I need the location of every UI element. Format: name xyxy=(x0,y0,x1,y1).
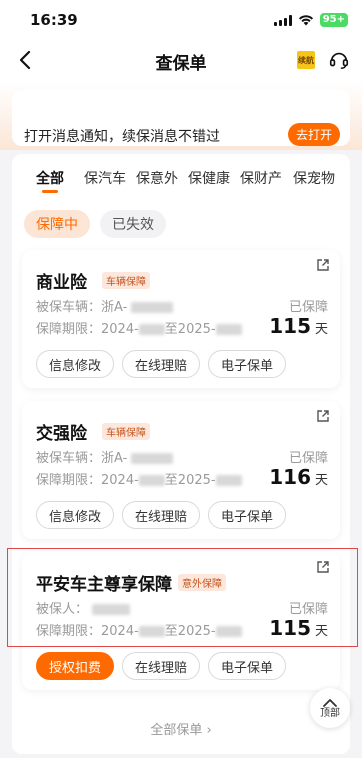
period-start: 2024- xyxy=(101,322,139,337)
policy-period: 保障期限：2024- 至2025- xyxy=(36,318,242,337)
status-time: 16:39 xyxy=(30,11,78,29)
filter-active[interactable]: 保障中 xyxy=(24,210,90,238)
period-label: 保障期限： xyxy=(36,322,102,337)
redacted-text xyxy=(131,302,174,313)
insured-label: 被保车辆： xyxy=(36,300,102,315)
renewal-icon[interactable]: 续航 xyxy=(297,51,315,69)
policy-status: 已保障 xyxy=(288,300,328,315)
notification-banner: 打开消息通知，续保消息不错过 去打开 xyxy=(12,90,350,146)
edit-info-button[interactable]: 信息修改 xyxy=(36,350,115,378)
share-icon[interactable] xyxy=(316,409,330,423)
edit-info-button[interactable]: 信息修改 xyxy=(36,501,115,529)
online-claim-button[interactable]: 在线理赔 xyxy=(122,652,201,680)
tab-accident[interactable]: 保意外 xyxy=(136,168,178,188)
policy-actions: 信息修改 在线理赔 电子保单 xyxy=(36,501,287,529)
policy-tag: 车辆保障 xyxy=(102,423,150,440)
days-unit: 天 xyxy=(314,322,328,337)
tab-all[interactable]: 全部 xyxy=(36,168,64,188)
period-to: 至2025- xyxy=(164,322,216,337)
category-tabs: 全部 保汽车 保意外 保健康 保财产 保宠物 xyxy=(12,168,350,198)
policy-days: 116 天 xyxy=(269,465,328,489)
online-claim-button[interactable]: 在线理赔 xyxy=(122,501,201,529)
chevron-up-icon xyxy=(323,698,337,707)
redacted-text xyxy=(138,324,165,335)
notification-text: 打开消息通知，续保消息不错过 xyxy=(24,129,220,145)
policy-insured: 被保车辆：浙A- xyxy=(36,447,174,466)
scroll-to-top-button[interactable]: 顶部 xyxy=(310,688,350,728)
policy-period: 保障期限：2024- 至2025- xyxy=(36,469,242,488)
insured-value: 浙A- xyxy=(101,300,128,315)
redacted-text xyxy=(215,475,242,486)
policy-card[interactable]: 交强险 车辆保障 被保车辆：浙A- 保障期限：2024- 至2025- 已保障 1… xyxy=(22,401,340,539)
policy-insured: 被保车辆：浙A- xyxy=(36,296,174,315)
tab-health[interactable]: 保健康 xyxy=(188,168,230,188)
selection-highlight xyxy=(7,548,358,647)
period-start: 2024- xyxy=(101,473,139,488)
tab-car[interactable]: 保汽车 xyxy=(84,168,126,188)
policy-tag: 车辆保障 xyxy=(102,272,150,289)
policy-actions: 授权扣费 在线理赔 电子保单 xyxy=(36,652,287,680)
period-to: 至2025- xyxy=(164,473,216,488)
wifi-icon xyxy=(298,15,313,26)
days-count: 116 xyxy=(269,465,311,489)
status-right: 95+ xyxy=(273,13,348,27)
e-policy-button[interactable]: 电子保单 xyxy=(208,501,287,529)
tab-property[interactable]: 保财产 xyxy=(240,168,282,188)
redacted-text xyxy=(131,453,174,464)
tab-active-indicator xyxy=(42,190,58,193)
policy-name: 商业险 xyxy=(36,273,87,293)
policy-status: 已保障 xyxy=(288,451,328,466)
days-count: 115 xyxy=(269,314,311,338)
policy-actions: 信息修改 在线理赔 电子保单 xyxy=(36,350,287,378)
days-unit: 天 xyxy=(314,473,328,488)
tab-pet[interactable]: 保宠物 xyxy=(293,168,335,188)
status-bar: 16:39 95+ xyxy=(0,0,362,40)
insured-label: 被保车辆： xyxy=(36,451,102,466)
nav-bar: 查保单 续航 xyxy=(0,40,362,80)
e-policy-button[interactable]: 电子保单 xyxy=(208,350,287,378)
redacted-text xyxy=(215,324,242,335)
period-label: 保障期限： xyxy=(36,473,102,488)
view-all-policies-link[interactable]: 全部保单 › xyxy=(0,719,362,738)
authorize-payment-button[interactable]: 授权扣费 xyxy=(36,652,115,680)
policy-card[interactable]: 商业险 车辆保障 被保车辆：浙A- 保障期限：2024- 至2025- 已保障 1… xyxy=(22,250,340,388)
open-notification-button[interactable]: 去打开 xyxy=(287,123,340,146)
filter-expired[interactable]: 已失效 xyxy=(100,210,166,238)
signal-icon xyxy=(273,14,292,26)
policy-days: 115 天 xyxy=(269,314,328,338)
customer-service-icon[interactable] xyxy=(328,49,350,71)
online-claim-button[interactable]: 在线理赔 xyxy=(122,350,201,378)
policy-list-card: 全部 保汽车 保意外 保健康 保财产 保宠物 保障中 已失效 商业险 车辆保障 … xyxy=(12,154,350,754)
insured-value: 浙A- xyxy=(101,451,128,466)
scroll-to-top-label: 顶部 xyxy=(320,707,340,719)
e-policy-button[interactable]: 电子保单 xyxy=(208,652,287,680)
share-icon[interactable] xyxy=(316,258,330,272)
battery-indicator: 95+ xyxy=(319,13,348,27)
redacted-text xyxy=(138,475,165,486)
policy-name: 交强险 xyxy=(36,424,87,444)
